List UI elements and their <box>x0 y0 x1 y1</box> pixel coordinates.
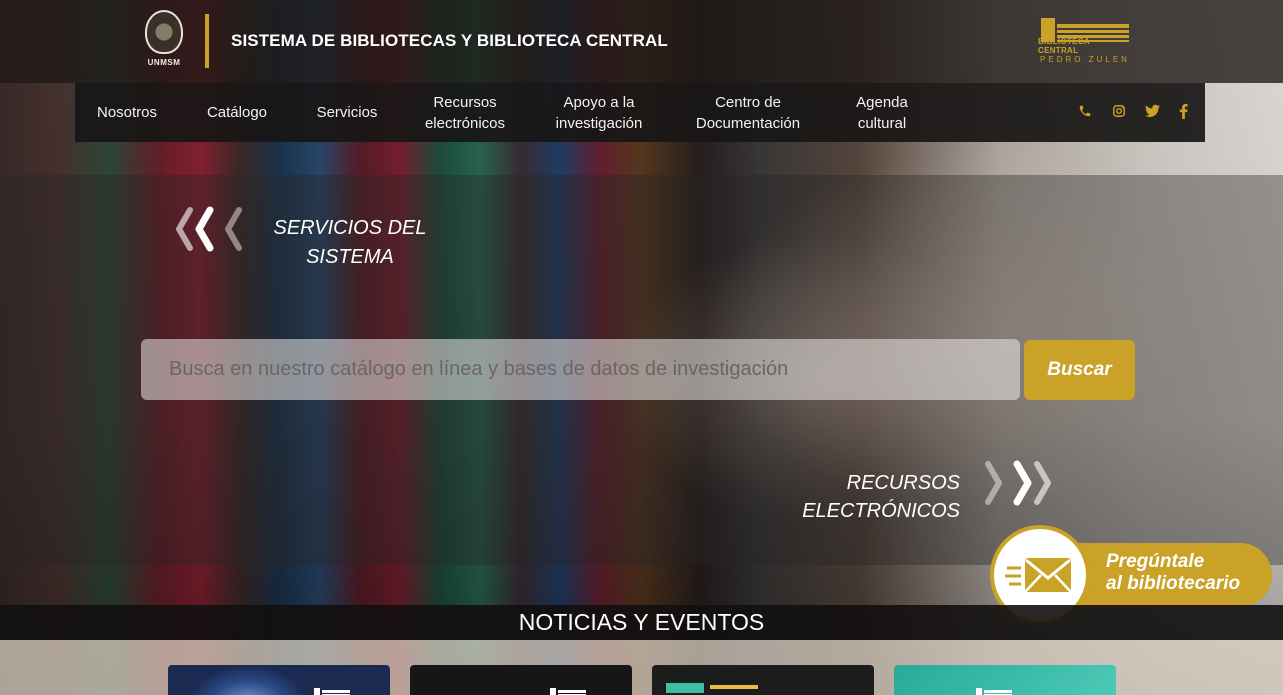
services-arrow-left-icon[interactable] <box>176 206 246 252</box>
biblioteca-central-logo[interactable]: BIBLIOTECA CENTRAL PEDRO ZULEN <box>1038 16 1132 64</box>
news-card[interactable] <box>410 665 632 695</box>
site-title: SISTEMA DE BIBLIOTECAS Y BIBLIOTECA CENT… <box>231 31 668 50</box>
instagram-icon[interactable] <box>1111 103 1127 119</box>
twitter-icon[interactable] <box>1144 103 1160 119</box>
services-link-label[interactable]: SERVICIOS DEL SISTEMA <box>265 214 435 272</box>
news-card[interactable] <box>894 665 1116 695</box>
library-building-icon <box>1039 16 1131 42</box>
main-nav: Nosotros Catálogo Servicios Recursos ele… <box>75 83 1205 142</box>
news-card[interactable] <box>652 665 874 695</box>
card-logo-text-graphic <box>710 685 758 689</box>
library-logo-icon <box>306 685 356 695</box>
nav-item-label: Catálogo <box>206 104 268 121</box>
nav-item-label: Nosotros <box>96 104 158 121</box>
ask-librarian-line1: Pregúntale <box>1106 551 1205 572</box>
unmsm-crest-icon <box>145 10 183 54</box>
ask-librarian-text: Pregúntale al bibliotecario <box>1106 551 1240 595</box>
resources-arrow-right-icon[interactable] <box>982 460 1052 506</box>
unmsm-logo-label: UNMSM <box>147 58 181 67</box>
library-logo-icon <box>548 685 598 695</box>
facebook-icon[interactable] <box>1175 103 1191 119</box>
library-logo-line2: PEDRO ZULEN <box>1040 55 1130 64</box>
nav-item-nosotros[interactable]: Nosotros <box>87 83 167 142</box>
nav-item-label: Servicios <box>316 104 378 121</box>
nav-item-recursos-electronicos[interactable]: Recursos electrónicos <box>415 83 515 142</box>
card-logo-graphic <box>666 683 704 693</box>
search-button[interactable]: Buscar <box>1024 340 1135 400</box>
nav-item-apoyo-investigacion[interactable]: Apoyo a la investigación <box>545 83 653 142</box>
catalog-search-input[interactable] <box>141 339 1020 400</box>
nav-item-label: Recursos electrónicos <box>424 93 506 132</box>
title-divider <box>205 14 209 68</box>
nav-item-centro-documentacion[interactable]: Centro de Documentación <box>683 83 813 142</box>
nav-item-label: Apoyo a la investigación <box>555 93 643 132</box>
nav-item-label: Agenda cultural <box>856 93 908 132</box>
nav-item-agenda-cultural[interactable]: Agenda cultural <box>839 83 925 142</box>
phone-icon[interactable] <box>1077 103 1093 119</box>
news-card[interactable] <box>168 665 390 695</box>
nav-item-catalogo[interactable]: Catálogo <box>193 83 281 142</box>
ask-librarian-line2: al bibliotecario <box>1106 573 1241 594</box>
electronic-resources-link-label[interactable]: RECURSOS ELECTRÓNICOS <box>800 469 960 525</box>
nav-item-label: Centro de Documentación <box>695 93 801 132</box>
news-section-title: NOTICIAS Y EVENTOS <box>518 609 765 635</box>
site-header: UNMSM SISTEMA DE BIBLIOTECAS Y BIBLIOTEC… <box>0 0 1283 83</box>
unmsm-logo[interactable]: UNMSM <box>143 10 185 72</box>
library-logo-icon <box>974 685 1024 695</box>
news-header-bar: NOTICIAS Y EVENTOS <box>0 605 1283 640</box>
nav-item-servicios[interactable]: Servicios <box>307 83 387 142</box>
